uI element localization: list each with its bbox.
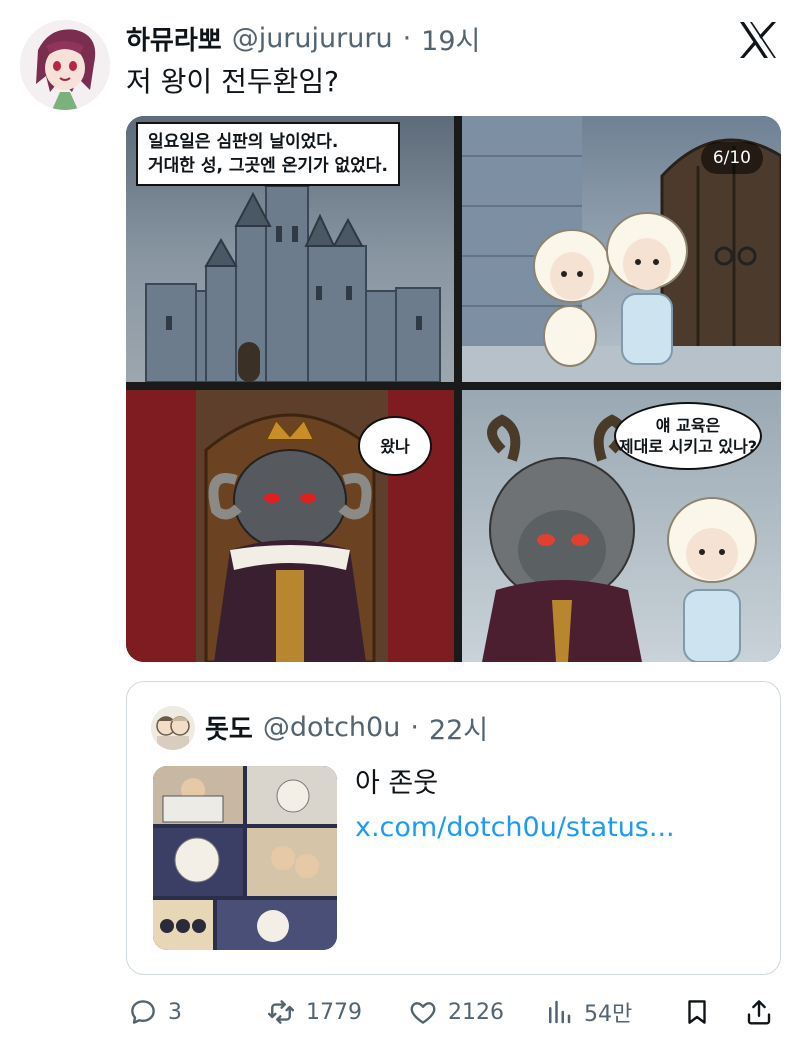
panel1-caption-line1: 일요일은 심판의 날이었다. (148, 132, 339, 152)
quoted-author-handle[interactable]: @dotch0u (263, 712, 401, 743)
panel1-caption-line2: 거대한 성, 그곳엔 온기가 없었다. (148, 156, 388, 176)
share-button[interactable] (744, 990, 774, 1034)
tweet-action-bar: 3 1779 2126 54만 (126, 990, 781, 1034)
views-count: 54만 (584, 1002, 633, 1027)
views-button[interactable]: 54만 (544, 990, 632, 1034)
author-handle[interactable]: @jurujururu (232, 23, 393, 54)
quoted-tweet-text: 아 존웃 x.com/dotch0u/status... (355, 762, 685, 850)
quoted-tweet-timestamp[interactable]: 22시 (429, 708, 488, 747)
media-page-counter: 6/10 (700, 142, 763, 174)
panel4-bubble-line2: 제대로 시키고 있나? (618, 437, 758, 456)
bookmark-icon (688, 1000, 706, 1024)
panel4-bubble-line1: 얘 교육은 (655, 416, 721, 435)
panel1-caption: 일요일은 심판의 날이었다. 거대한 성, 그곳엔 온기가 없었다. (136, 122, 400, 186)
tweet-text: 저 왕이 전두환임? (126, 65, 339, 98)
author-avatar[interactable] (20, 20, 110, 110)
repost-icon (267, 1000, 295, 1024)
comic-panel-elder: 얘 교육은 제대로 시키고 있나? (462, 390, 781, 662)
tweet-media[interactable]: 일요일은 심판의 날이었다. 거대한 성, 그곳엔 온기가 없었다. 6/10 … (126, 116, 781, 662)
separator-dot: · (402, 22, 412, 54)
repost-count: 1779 (306, 999, 362, 1025)
comic-panel-castle: 일요일은 심판의 날이었다. 거대한 성, 그곳엔 온기가 없었다. (126, 116, 454, 382)
views-icon (549, 1000, 571, 1024)
x-logo-icon[interactable] (734, 16, 782, 64)
like-icon (410, 1002, 436, 1024)
quoted-author-avatar[interactable] (151, 706, 195, 750)
like-count: 2126 (448, 999, 504, 1025)
panel3-speech-bubble: 왔나 (358, 416, 432, 476)
quoted-tweet-link[interactable]: x.com/dotch0u/status... (355, 812, 675, 843)
share-icon (747, 1000, 771, 1025)
quoted-tweet-thumbnail[interactable] (153, 766, 337, 950)
reply-button[interactable]: 3 (128, 990, 182, 1034)
reply-icon (131, 1000, 155, 1024)
comic-panel-gate: 6/10 (462, 116, 781, 382)
repost-button[interactable]: 1779 (266, 990, 362, 1034)
author-display-name[interactable]: 하뮤라뽀 (126, 20, 222, 57)
separator-dot: · (410, 712, 419, 743)
panel4-speech-bubble: 얘 교육은 제대로 시키고 있나? (614, 402, 762, 470)
tweet-header: 하뮤라뽀 @jurujururu · 19시 (126, 18, 480, 58)
bookmark-button[interactable] (682, 990, 712, 1034)
tweet-timestamp[interactable]: 19시 (421, 19, 480, 58)
quoted-author-display-name[interactable]: 돗도 (205, 709, 253, 746)
quoted-tweet-body: 아 존웃 (355, 768, 439, 799)
like-button[interactable]: 2126 (408, 990, 504, 1034)
reply-count: 3 (168, 999, 182, 1025)
quoted-tweet-header: 돗도 @dotch0u · 22시 (205, 708, 488, 747)
quoted-tweet[interactable]: 돗도 @dotch0u · 22시 아 존웃 x.com/dotch0u/sta… (126, 681, 781, 975)
comic-panel-throne: 왔나 (126, 390, 454, 662)
